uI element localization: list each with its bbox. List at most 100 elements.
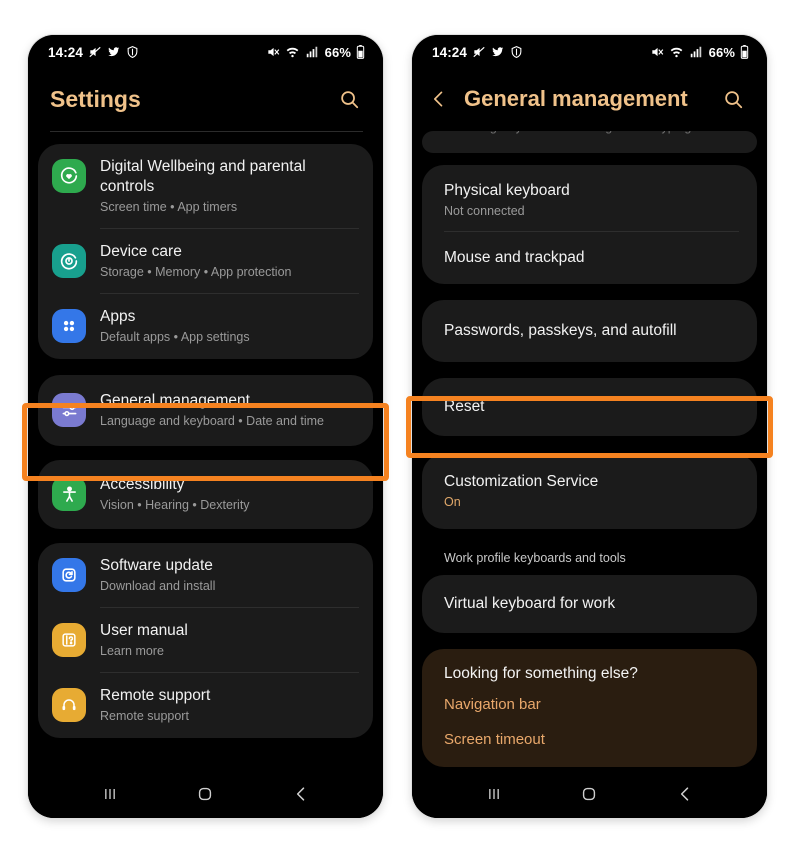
list-item-title: Physical keyboard [444, 182, 570, 199]
list-item[interactable]: Software update Download and install [38, 543, 373, 608]
status-bar-right: 14:24 66% [412, 35, 767, 69]
screen-general-management: 14:24 66% General management Physical ke… [412, 35, 767, 818]
bird-icon [107, 45, 121, 59]
list-item-text: Device care Storage • Memory • App prote… [100, 242, 357, 281]
general-management-list[interactable]: Samsung Keyboard and Google voice typing… [412, 131, 767, 770]
list-item-title: Mouse and trackpad [444, 249, 585, 266]
recents-icon[interactable] [92, 779, 128, 809]
list-item[interactable]: Passwords, passkeys, and autofill [422, 300, 757, 362]
wifi-icon [669, 45, 684, 59]
list-item-title: Customization Service [444, 473, 599, 490]
list-item[interactable]: Virtual keyboard for work [422, 575, 757, 633]
status-time: 14:24 [432, 44, 468, 60]
phone-right: 14:24 66% General management Physical ke… [412, 35, 767, 818]
list-item-subtitle: Download and install [100, 579, 216, 593]
list-item[interactable]: Physical keyboard Not connected [422, 165, 757, 232]
sound-off-icon [650, 45, 664, 59]
status-bar-left-cluster: 14:24 [48, 45, 139, 60]
list-item[interactable]: Apps Default apps • App settings [38, 294, 373, 359]
list-item-title: Remote support [100, 687, 211, 704]
footer-link-navigation-bar[interactable]: Navigation bar [422, 687, 757, 722]
nav-bar-left [28, 770, 383, 818]
headset-icon [52, 688, 86, 722]
list-item-status: On [444, 495, 461, 509]
page-title: General management [464, 86, 688, 111]
sidebar-item-general-management[interactable]: General management Language and keyboard… [38, 375, 373, 446]
list-item-title: Device care [100, 243, 182, 260]
page-title: Settings [50, 85, 141, 112]
settings-list[interactable]: Digital Wellbeing and parental controls … [28, 132, 383, 770]
list-item-subtitle: Vision • Hearing • Dexterity [100, 498, 250, 512]
battery-percent: 66% [708, 44, 735, 60]
group-passwords: Passwords, passkeys, and autofill [422, 300, 757, 362]
status-bar-left: 14:24 66% [28, 35, 383, 69]
sidebar-item-reset[interactable]: Reset [422, 378, 757, 436]
list-item[interactable]: Mouse and trackpad [422, 232, 757, 284]
list-item-text: User manual Learn more [100, 621, 357, 660]
status-bar-left-cluster: 14:24 [432, 45, 523, 60]
home-icon[interactable] [187, 779, 223, 809]
list-item-subtitle: Language and keyboard • Date and time [100, 414, 324, 428]
heart-wellbeing-icon [52, 159, 86, 193]
list-item[interactable]: Digital Wellbeing and parental controls … [38, 144, 373, 229]
back-icon[interactable] [667, 779, 703, 809]
sound-off-icon [266, 45, 280, 59]
list-item-title: Accessibility [100, 476, 185, 493]
appbar-settings: Settings [28, 69, 383, 131]
list-item-subtitle: Learn more [100, 644, 164, 658]
list-item-text: Apps Default apps • App settings [100, 307, 357, 346]
list-item[interactable]: Remote support Remote support [38, 673, 373, 738]
list-item[interactable]: Customization Service On [422, 454, 757, 529]
list-item[interactable]: User manual Learn more [38, 608, 373, 673]
list-item-title: General management [100, 392, 250, 409]
mute-icon [472, 45, 486, 59]
list-item-title: Virtual keyboard for work [444, 595, 616, 612]
list-item-title: User manual [100, 622, 188, 639]
status-bar-right-cluster: 66% [650, 45, 749, 60]
back-icon[interactable] [283, 779, 319, 809]
list-item-text: General management Language and keyboard… [100, 391, 357, 430]
search-icon[interactable] [719, 85, 747, 113]
list-item-title: Apps [100, 308, 136, 325]
apps-grid-icon [52, 309, 86, 343]
screenshot-stage: 14:24 66% Settings Digital Wellbeing and… [0, 0, 800, 853]
list-item-title: Software update [100, 557, 213, 574]
wifi-icon [285, 45, 300, 59]
list-item-title: Digital Wellbeing and parental controls [100, 158, 306, 195]
list-item-text: Remote support Remote support [100, 686, 357, 725]
list-item-subtitle: Storage • Memory • App protection [100, 265, 292, 279]
phone-left: 14:24 66% Settings Digital Wellbeing and… [28, 35, 383, 818]
list-item-text: Digital Wellbeing and parental controls … [100, 157, 357, 216]
nav-bar-right [412, 770, 767, 818]
status-time: 14:24 [48, 44, 84, 60]
bird-icon [491, 45, 505, 59]
status-bar-right-cluster: 66% [266, 45, 365, 60]
home-icon[interactable] [571, 779, 607, 809]
battery-icon [740, 45, 749, 59]
settings-group-1: Digital Wellbeing and parental controls … [38, 144, 373, 359]
settings-group-accessibility: Accessibility Vision • Hearing • Dexteri… [38, 460, 373, 529]
scrolled-partial-row-text: Samsung Keyboard and Google voice typing [444, 131, 691, 134]
recents-icon[interactable] [476, 779, 512, 809]
battery-percent: 66% [324, 44, 351, 60]
group-work-keyboard: Virtual keyboard for work [422, 575, 757, 633]
section-header-work-profile: Work profile keyboards and tools [444, 551, 626, 565]
list-item-text: Software update Download and install [100, 556, 357, 595]
software-update-icon [52, 558, 86, 592]
device-care-icon [52, 244, 86, 278]
list-item[interactable]: Device care Storage • Memory • App prote… [38, 229, 373, 294]
manual-book-icon [52, 623, 86, 657]
looking-for-something-else-card: Looking for something else? Navigation b… [422, 649, 757, 767]
shield-icon [126, 45, 139, 59]
list-item-subtitle: Default apps • App settings [100, 330, 250, 344]
list-item[interactable]: Accessibility Vision • Hearing • Dexteri… [38, 460, 373, 529]
group-input-devices: Physical keyboard Not connected Mouse an… [422, 165, 757, 284]
battery-icon [356, 45, 365, 59]
sliders-icon [52, 393, 86, 427]
list-item-title: Reset [444, 398, 485, 415]
accessibility-person-icon [52, 477, 86, 511]
chevron-left-icon[interactable] [426, 86, 452, 112]
search-icon[interactable] [335, 85, 363, 113]
footer-link-screen-timeout[interactable]: Screen timeout [422, 722, 757, 757]
scrolled-partial-row[interactable]: Samsung Keyboard and Google voice typing [422, 131, 757, 153]
